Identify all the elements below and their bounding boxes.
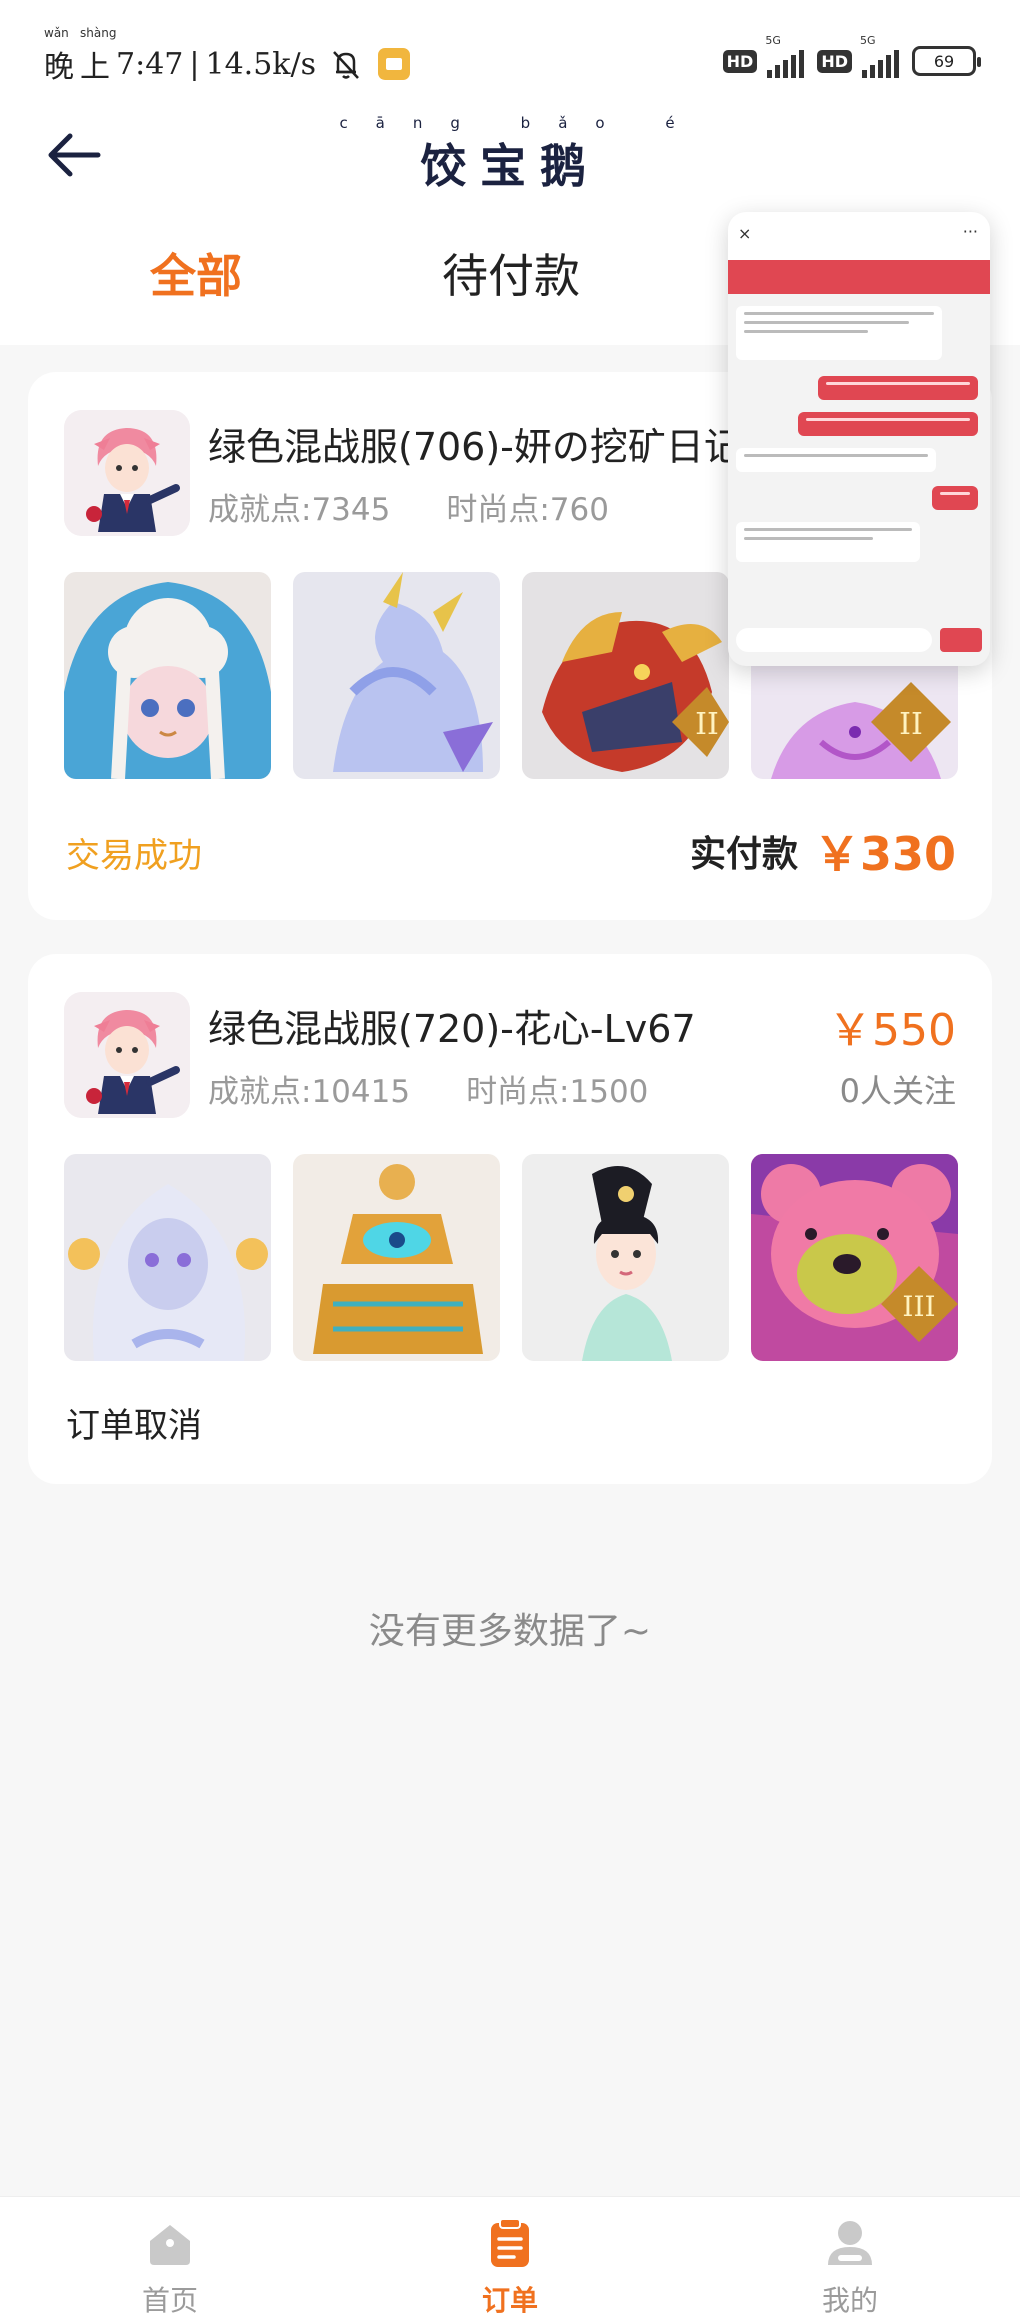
- floating-chat-window[interactable]: × ···: [728, 212, 990, 666]
- svg-text:II: II: [695, 707, 719, 742]
- chat-header-bar: [728, 260, 990, 294]
- order-title: 绿色混战服(706)-妍の挖矿日记-: [208, 425, 756, 469]
- character-avatar: [64, 992, 190, 1118]
- pinyin-shang: shàng: [80, 26, 117, 40]
- no-more-data-text: 没有更多数据了~: [368, 1611, 652, 1652]
- hd-badge-1: HD: [722, 49, 758, 73]
- battery-level: 69: [933, 51, 955, 71]
- character-avatar: [64, 410, 190, 536]
- tab-pending-payment[interactable]: 待付款: [442, 240, 580, 306]
- chat-bubble-received: [736, 522, 920, 562]
- signal-icon-1: 5G: [765, 34, 809, 78]
- hd-badge-2: HD: [817, 49, 852, 73]
- item-thumbnail: [522, 1154, 729, 1361]
- chat-bubble-sent: [932, 486, 978, 510]
- tab-all[interactable]: 全部: [150, 240, 242, 306]
- order-status-cancelled: 订单取消: [66, 1406, 202, 1446]
- nav-mine[interactable]: 我的: [780, 2217, 920, 2319]
- paid-amount-row: 实付款 ￥330: [690, 818, 956, 884]
- order-card[interactable]: 绿色混战服(720)-花心-Lv67 ￥550 成就点:10415 时尚点:150…: [28, 954, 992, 1484]
- close-icon[interactable]: ×: [738, 224, 751, 243]
- bottom-navigation: 首页 订单 我的: [0, 2196, 1020, 2323]
- time-prefix-char-2: 上: [80, 50, 110, 85]
- paid-label: 实付款: [689, 834, 798, 875]
- message-notification-icon: [377, 48, 410, 80]
- app-title-logo: 饺宝鹅: [420, 139, 600, 193]
- send-button[interactable]: [940, 628, 982, 652]
- svg-text:II: II: [899, 707, 923, 742]
- home-icon: [150, 2225, 190, 2265]
- chat-bubble-sent: [798, 412, 978, 436]
- status-left: wǎn 晚 shàng 上 7:47 | 14.5k/s: [44, 26, 410, 86]
- nav-home[interactable]: 首页: [100, 2217, 240, 2319]
- time-prefix-char: 晚: [44, 50, 74, 85]
- more-icon[interactable]: ···: [963, 222, 978, 241]
- order-status-success: 交易成功: [66, 836, 202, 876]
- battery-icon: 69: [912, 46, 981, 76]
- status-divider: |: [189, 46, 200, 82]
- nav-orders-label: 订单: [481, 2284, 538, 2317]
- item-thumbnails: III: [64, 1154, 958, 1361]
- listing-price: ￥550: [828, 1005, 956, 1056]
- status-time: 7:47: [116, 46, 184, 82]
- item-thumbnail: [293, 1154, 500, 1361]
- item-thumbnail: [293, 572, 500, 779]
- fashion-points: 时尚点:760: [446, 492, 609, 528]
- nav-mine-label: 我的: [821, 2284, 878, 2317]
- followers-count: 0人关注: [839, 1072, 956, 1110]
- time-prefix: wǎn 晚: [44, 26, 74, 86]
- fashion-points: 时尚点:1500: [466, 1074, 649, 1110]
- status-bar: wǎn 晚 shàng 上 7:47 | 14.5k/s HD 5G HD 5G 6…: [0, 26, 1020, 100]
- achievement-points: 成就点:10415: [208, 1074, 411, 1110]
- status-right: HD 5G HD 5G 69: [722, 34, 981, 78]
- chat-bubble-sent: [818, 376, 978, 400]
- time-prefix-2: shàng 上: [80, 26, 116, 86]
- network-type-2: 5G: [860, 34, 876, 47]
- chat-bubble-received: [736, 448, 936, 472]
- bell-muted-icon: [333, 51, 359, 79]
- nav-orders[interactable]: 订单: [440, 2217, 580, 2319]
- chat-input[interactable]: [736, 628, 932, 652]
- signal-icon-2: 5G: [860, 34, 904, 78]
- svg-text:III: III: [902, 1290, 935, 1323]
- order-stats: 成就点:10415 时尚点:1500: [208, 1066, 648, 1111]
- paid-amount: ￥330: [813, 827, 956, 881]
- item-thumbnail: [64, 572, 271, 779]
- nav-home-label: 首页: [141, 2284, 198, 2317]
- chat-bubble-received: [736, 306, 942, 360]
- order-stats: 成就点:7345 时尚点:760: [208, 484, 609, 529]
- item-thumbnail: III: [751, 1154, 958, 1361]
- floating-window-titlebar: × ···: [728, 212, 990, 260]
- orders-icon: [491, 2218, 529, 2267]
- network-type-1: 5G: [765, 34, 781, 47]
- item-thumbnail: II: [522, 572, 729, 779]
- app-header: cāng bǎo é 饺宝鹅: [0, 110, 1020, 200]
- order-title: 绿色混战服(720)-花心-Lv67: [208, 1007, 696, 1051]
- profile-icon: [828, 2221, 872, 2265]
- network-speed: 14.5k/s: [205, 46, 316, 82]
- item-thumbnail: [64, 1154, 271, 1361]
- achievement-points: 成就点:7345: [208, 492, 391, 528]
- pinyin-wan: wǎn: [44, 26, 69, 40]
